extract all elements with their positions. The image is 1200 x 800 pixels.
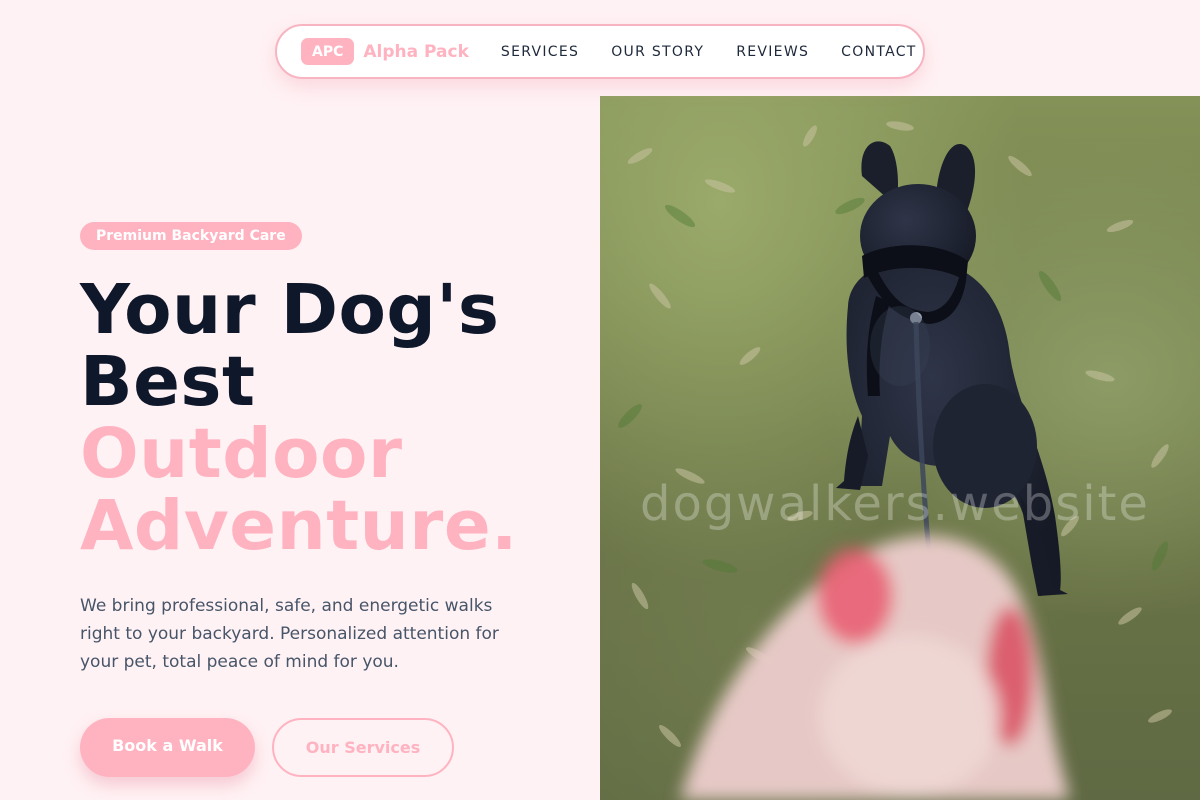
nav-link-reviews[interactable]: REVIEWS <box>736 44 809 60</box>
dog-walk-illustration <box>618 121 1172 800</box>
photo-watermark: dogwalkers.website <box>640 476 1150 532</box>
blurred-hand <box>680 536 1070 800</box>
headline-line-3: Outdoor <box>80 414 403 494</box>
headline-line-2: Best <box>80 342 256 422</box>
hero-buttons: Book a Walk Our Services <box>80 718 580 777</box>
logo-text[interactable]: Alpha Pack <box>363 42 469 62</box>
headline-line-4: Adventure. <box>80 486 518 566</box>
nav-link-services[interactable]: SERVICES <box>501 44 579 60</box>
top-nav: APC Alpha Pack SERVICES OUR STORY REVIEW… <box>275 24 925 79</box>
nav-link-contact[interactable]: CONTACT <box>841 44 917 60</box>
headline-line-1: Your Dog's <box>80 270 500 350</box>
our-services-button[interactable]: Our Services <box>272 718 454 777</box>
hero-section: Premium Backyard Care Your Dog's Best Ou… <box>80 222 580 777</box>
nav-links: SERVICES OUR STORY REVIEWS CONTACT <box>501 44 917 60</box>
nav-link-our-story[interactable]: OUR STORY <box>611 44 704 60</box>
hero-tag: Premium Backyard Care <box>80 222 302 250</box>
book-a-walk-button[interactable]: Book a Walk <box>80 718 255 777</box>
hero-lead-text: We bring professional, safe, and energet… <box>80 596 499 672</box>
hero-photo-dog-on-leash: dogwalkers.website <box>600 96 1200 800</box>
hero-headline: Your Dog's Best Outdoor Adventure. <box>80 274 580 562</box>
logo-badge[interactable]: APC <box>301 38 355 65</box>
